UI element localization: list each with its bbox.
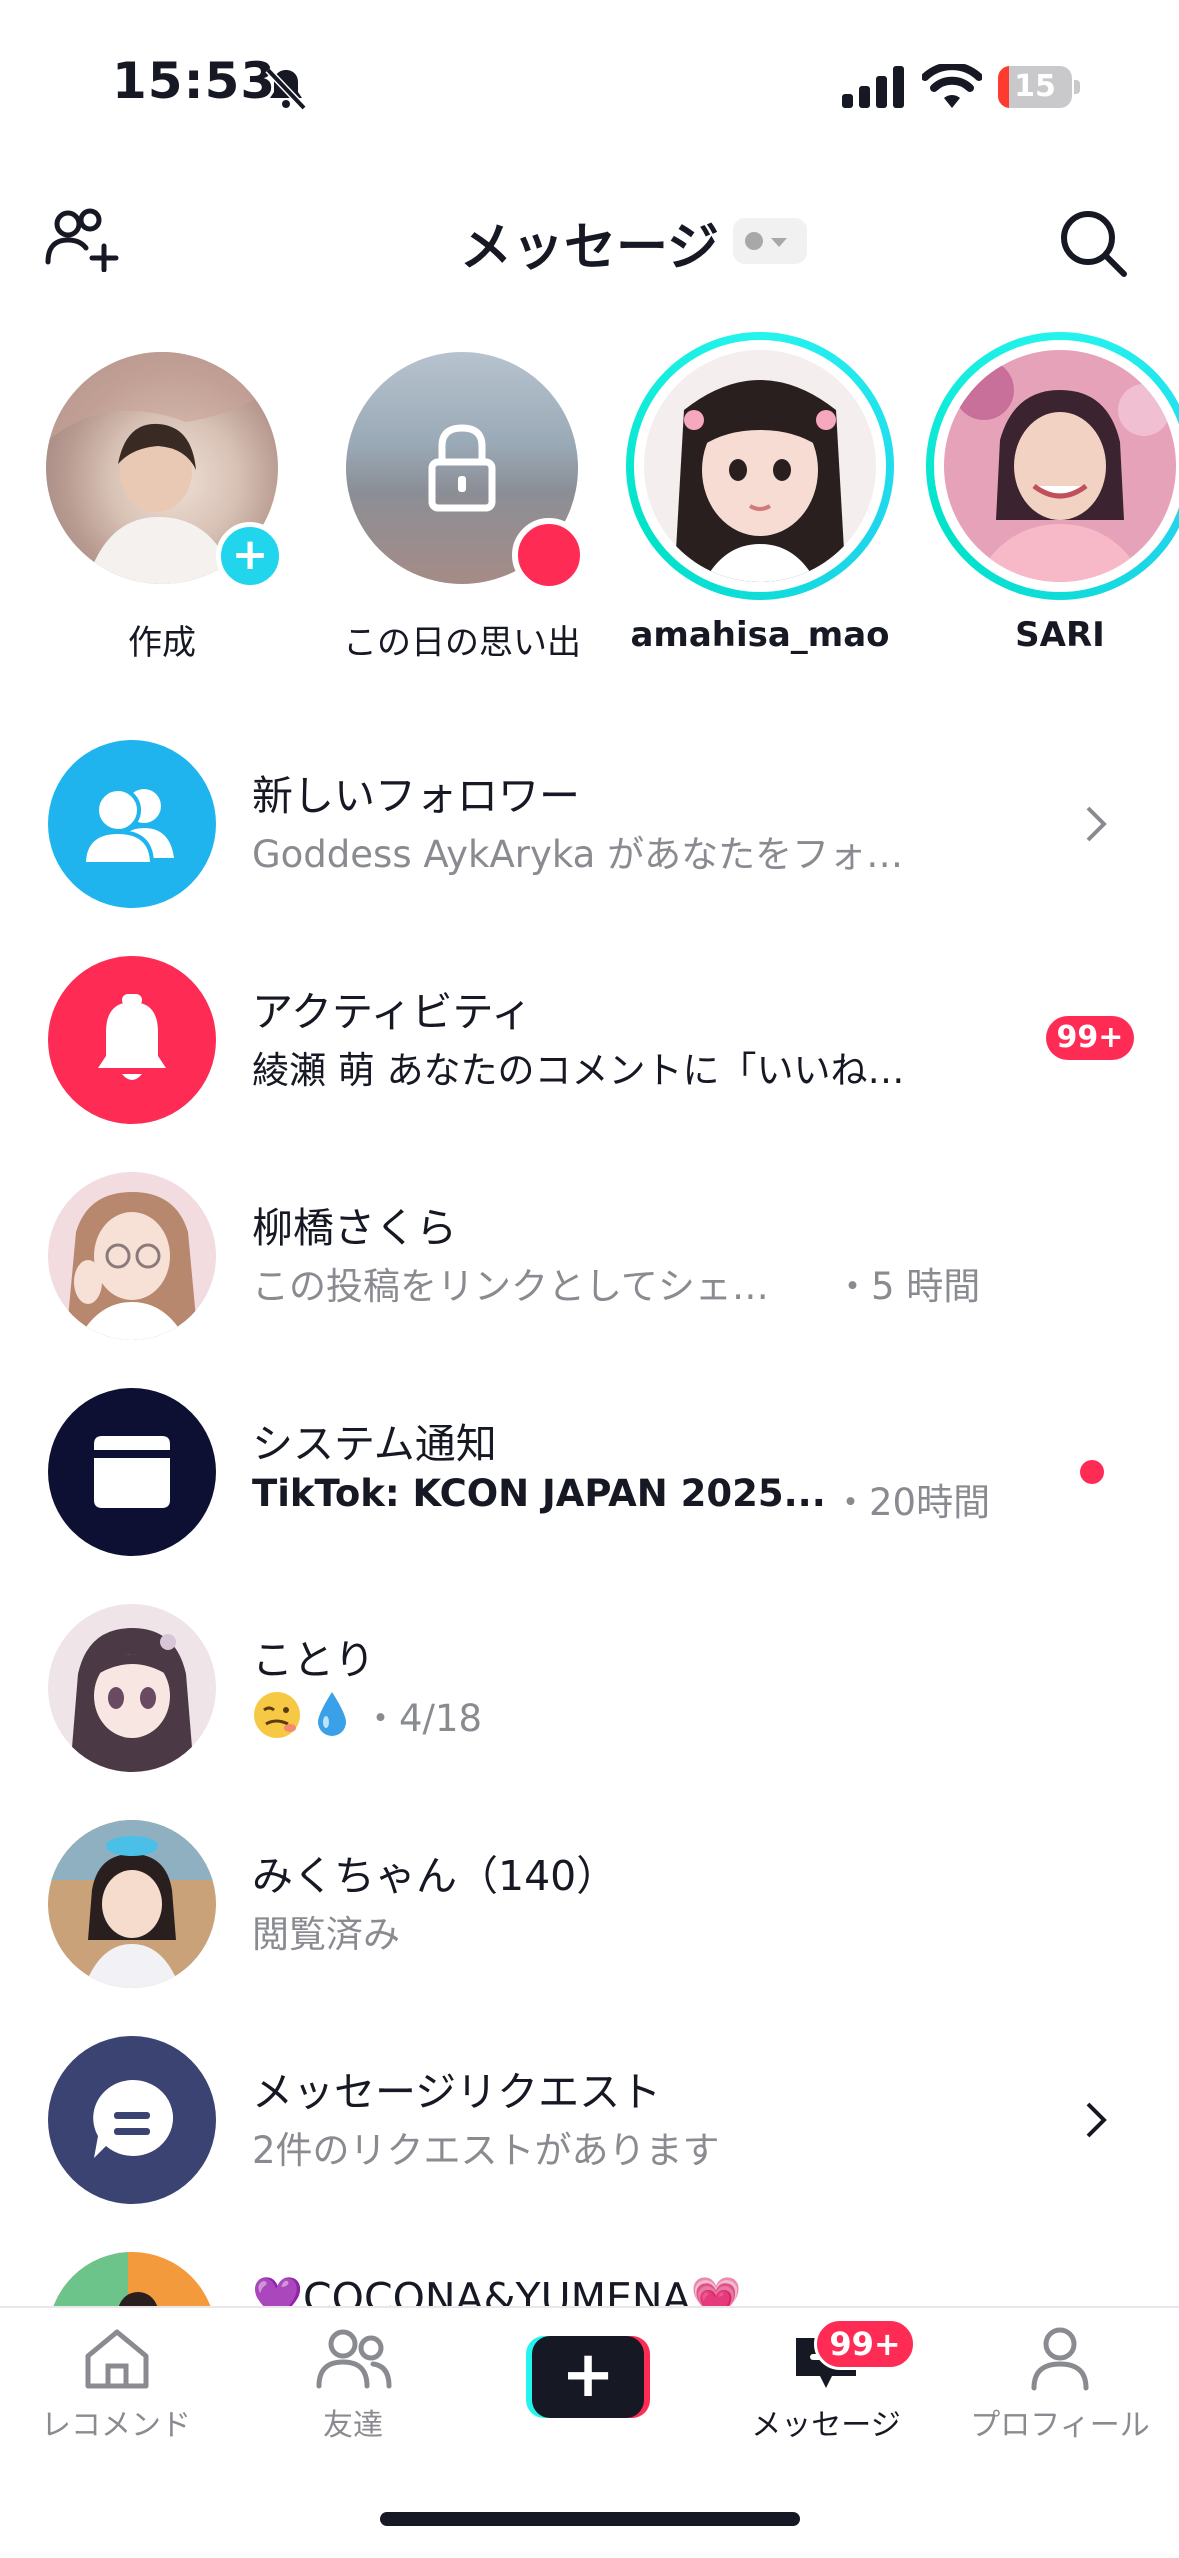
chat-bubble-icon bbox=[48, 2036, 216, 2204]
unread-count-badge: 99+ bbox=[1046, 1016, 1134, 1060]
followers-icon bbox=[48, 740, 216, 908]
avatar bbox=[48, 2252, 216, 2306]
row-timestamp: ・5 時間 bbox=[834, 1265, 981, 1308]
chevron-down-icon bbox=[771, 238, 787, 247]
story-label: SARI bbox=[1015, 615, 1105, 655]
row-message-requests[interactable]: メッセージリクエスト 2件のリクエストがあります bbox=[0, 2026, 1179, 2216]
bell-icon bbox=[48, 956, 216, 1124]
row-chat[interactable]: 💜COCONA&YUMENA💗 bbox=[0, 2242, 1179, 2306]
unread-dot bbox=[1080, 1460, 1104, 1484]
row-chat[interactable]: みくちゃん（140） 閲覧済み bbox=[0, 1810, 1179, 2000]
row-activity[interactable]: アクティビティ 綾瀬 萌 あなたのコメントに「いいね… 99+ bbox=[0, 946, 1179, 1136]
row-title: 柳橋さくら bbox=[252, 1204, 457, 1252]
row-title: メッセージリクエスト bbox=[252, 2068, 662, 2116]
avatar bbox=[48, 1172, 216, 1340]
create-icon: + bbox=[532, 2336, 644, 2418]
story-amahisa-mao[interactable] bbox=[626, 332, 894, 600]
row-title: アクティビティ bbox=[252, 988, 533, 1036]
row-title: 💜COCONA&YUMENA💗 bbox=[252, 2274, 742, 2306]
create-button[interactable]: + bbox=[526, 2336, 650, 2418]
row-system-notification[interactable]: システム通知 TikTok: KCON JAPAN 2025... ・20時間 bbox=[0, 1378, 1179, 1568]
status-time: 15:53 bbox=[112, 52, 277, 110]
avatar bbox=[48, 1604, 216, 1772]
home-indicator[interactable] bbox=[380, 2512, 800, 2526]
row-chat[interactable]: ことり ・4/18 bbox=[0, 1594, 1179, 1784]
row-subtitle: この投稿をリンクとしてシェ… bbox=[252, 1265, 769, 1308]
cellular-signal-icon bbox=[842, 66, 904, 108]
row-title: 新しいフォロワー bbox=[252, 772, 580, 820]
row-new-followers[interactable]: 新しいフォロワー Goddess AykAryka があなたをフォ… bbox=[0, 730, 1179, 920]
add-friends-icon[interactable] bbox=[44, 208, 122, 272]
row-title: みくちゃん（140） bbox=[252, 1852, 618, 1900]
droplet-emoji-icon bbox=[318, 1692, 346, 1736]
search-icon[interactable] bbox=[1058, 208, 1128, 278]
row-subtitle: ・4/18 bbox=[362, 1697, 483, 1740]
inbox-icon bbox=[48, 1388, 216, 1556]
avatar bbox=[944, 350, 1176, 582]
chevron-right-icon bbox=[1086, 806, 1107, 842]
online-status-toggle[interactable] bbox=[733, 218, 807, 264]
new-memory-dot bbox=[512, 518, 586, 592]
row-subtitle: 閲覧済み bbox=[252, 1913, 400, 1956]
story-label: amahisa_mao bbox=[630, 615, 890, 655]
tab-label: レコメンド bbox=[41, 2408, 191, 2443]
row-title: ことり bbox=[252, 1636, 375, 1684]
add-story-plus-icon[interactable]: + bbox=[216, 522, 284, 590]
friends-icon bbox=[316, 2329, 392, 2389]
tab-label: プロフィール bbox=[970, 2408, 1150, 2443]
status-dot-icon bbox=[745, 232, 763, 250]
page-title: メッセージ bbox=[460, 218, 719, 278]
wifi-icon bbox=[922, 64, 982, 108]
story-create[interactable]: + bbox=[46, 352, 284, 590]
row-timestamp: ・20時間 bbox=[832, 1481, 991, 1524]
avatar bbox=[644, 350, 876, 582]
story-sari[interactable] bbox=[926, 332, 1179, 600]
tab-label: メッセージ bbox=[751, 2408, 901, 2443]
bell-muted-icon bbox=[265, 67, 307, 111]
chevron-right-icon bbox=[1086, 2102, 1107, 2138]
row-subtitle: TikTok: KCON JAPAN 2025... bbox=[252, 1472, 826, 1515]
row-subtitle: 2件のリクエストがあります bbox=[252, 2129, 720, 2172]
woozy-face-emoji-icon bbox=[254, 1692, 300, 1738]
story-label: 作成 bbox=[128, 623, 196, 663]
row-chat[interactable]: 柳橋さくら この投稿をリンクとしてシェ… ・5 時間 bbox=[0, 1162, 1179, 1352]
avatar bbox=[48, 1820, 216, 1988]
profile-icon bbox=[1031, 2327, 1089, 2391]
home-icon bbox=[85, 2329, 149, 2389]
story-memories[interactable] bbox=[346, 352, 586, 592]
row-subtitle: Goddess AykAryka があなたをフォ… bbox=[252, 833, 904, 876]
messages-count-badge: 99+ bbox=[814, 2318, 916, 2370]
battery-indicator: 15 bbox=[998, 66, 1080, 108]
story-label: この日の思い出 bbox=[343, 623, 581, 663]
row-subtitle: 綾瀬 萌 あなたのコメントに「いいね… bbox=[252, 1049, 905, 1092]
tab-label: 友達 bbox=[323, 2408, 383, 2443]
row-title: システム通知 bbox=[252, 1420, 497, 1468]
battery-level: 15 bbox=[1014, 69, 1056, 104]
